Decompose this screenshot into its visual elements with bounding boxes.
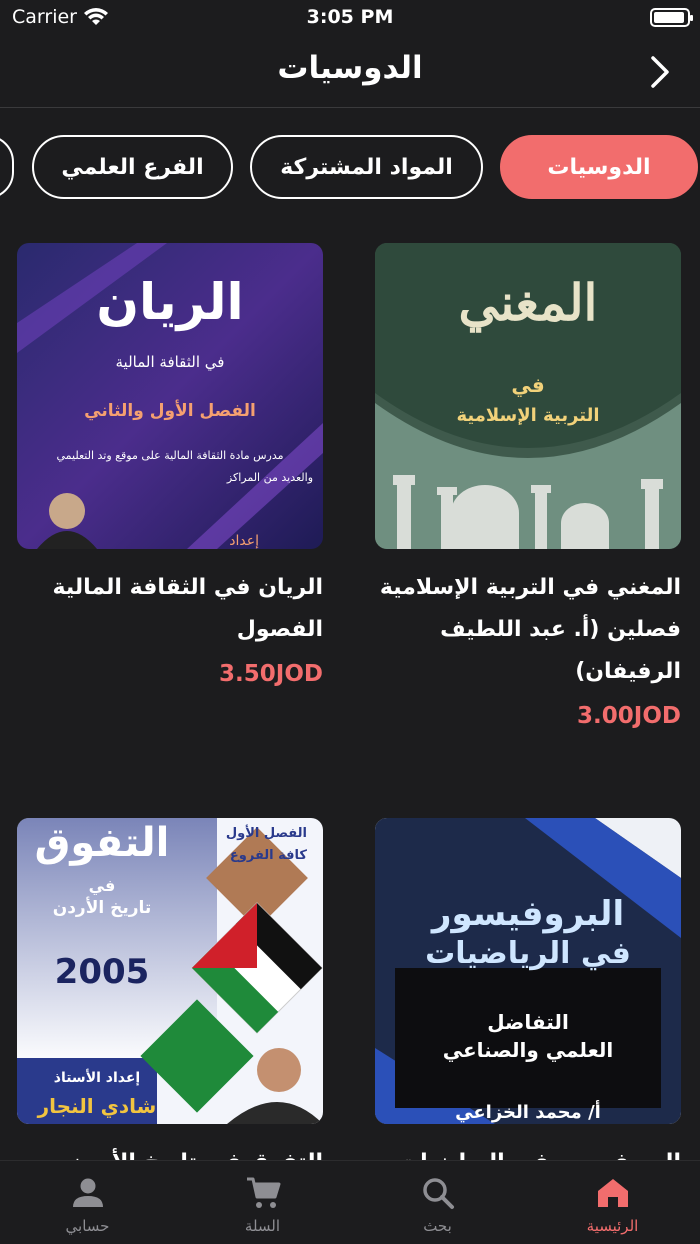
battery-icon [650, 8, 693, 27]
book-card[interactable]: الفصل الأول كافة الفروع التفوق في تاريخ … [17, 818, 323, 1184]
book-cover[interactable]: الفصل الأول كافة الفروع التفوق في تاريخ … [17, 818, 323, 1124]
tab-bar: الرئيسية بحث السلة حسابي [0, 1160, 700, 1244]
cover-subtitle: العلمي والصناعي [442, 1038, 614, 1062]
cover-subtitle: في الرياضيات [425, 936, 631, 971]
cart-icon [246, 1177, 280, 1208]
tab-cart[interactable]: السلة [175, 1161, 350, 1244]
book-price: 3.00JOD [577, 703, 681, 729]
page-title: الدوسيات [277, 50, 423, 86]
chip-shared-subjects[interactable]: المواد المشتركة [250, 135, 483, 199]
cover-title: المغني [458, 273, 598, 332]
back-button[interactable] [638, 50, 682, 94]
book-card[interactable]: البروفيسور في الرياضيات التفاضل العلمي و… [375, 818, 681, 1184]
book-cover[interactable]: المغني في التربية الإسلامية [375, 243, 681, 549]
cover-subtitle: تاريخ الأردن [52, 898, 152, 918]
status-time: 3:05 PM [306, 6, 394, 28]
cover-subtitle: في [511, 373, 545, 397]
chevron-right-icon [651, 56, 669, 88]
cover-author: شادي النجار [37, 1094, 157, 1118]
cover-author: إعداد [229, 533, 259, 549]
search-icon [422, 1178, 454, 1209]
chip-scientific-branch[interactable]: الفرع العلمي [32, 135, 233, 199]
cover-tag: الفصل الأول [225, 826, 307, 841]
tab-label: بحث [423, 1217, 452, 1235]
book-cover[interactable]: البروفيسور في الرياضيات التفاضل العلمي و… [375, 818, 681, 1124]
tab-search[interactable]: بحث [350, 1161, 525, 1244]
cover-year: 2005 [54, 952, 150, 992]
cover-subtitle: الفصل الأول والثاني [84, 401, 256, 421]
tab-label: الرئيسية [586, 1217, 639, 1235]
status-bar: Carrier 3:05 PM [0, 0, 700, 40]
tab-home[interactable]: الرئيسية [525, 1161, 700, 1244]
book-title: الريان في الثقافة المالية الفصول [52, 575, 323, 642]
cover-text: والعديد من المراكز [226, 471, 313, 484]
cover-author: أ/ محمد الخزاعي [455, 1102, 601, 1123]
cover-tag: كافة الفروع [229, 848, 307, 863]
cover-subtitle: في [88, 876, 116, 895]
book-cover[interactable]: الريان في الثقافة المالية الفصل الأول وا… [17, 243, 323, 549]
navigation-bar: الدوسيات [0, 40, 700, 108]
person-icon [72, 1178, 103, 1207]
tab-account[interactable]: حسابي [0, 1161, 175, 1244]
tab-label: حسابي [65, 1217, 110, 1235]
cover-title: البروفيسور [431, 894, 625, 934]
book-title: المغني في التربية الإسلامية فصلين (أ. عب… [379, 575, 681, 684]
category-chips: الدوسيات المواد المشتركة الفرع العلمي [0, 135, 700, 201]
cover-subtitle: التربية الإسلامية [456, 405, 600, 426]
chip-dossiers[interactable]: الدوسيات [500, 135, 698, 199]
cover-subtitle: في الثقافة المالية [115, 353, 225, 371]
cover-text: مدرس مادة الثقافة المالية على موقع وتد ا… [56, 449, 284, 462]
book-card[interactable]: المغني في التربية الإسلامية المغني في ال… [375, 243, 681, 729]
cover-title: التفوق [34, 820, 170, 866]
cover-by: إعداد الأستاذ [53, 1070, 141, 1086]
home-icon [597, 1179, 628, 1207]
book-price: 3.50JOD [219, 661, 323, 687]
cover-subtitle: التفاضل [487, 1010, 569, 1034]
chip-partial[interactable] [0, 135, 14, 199]
tab-label: السلة [244, 1217, 281, 1235]
cover-title: الريان [96, 273, 244, 331]
book-card[interactable]: الريان في الثقافة المالية الفصل الأول وا… [17, 243, 323, 687]
